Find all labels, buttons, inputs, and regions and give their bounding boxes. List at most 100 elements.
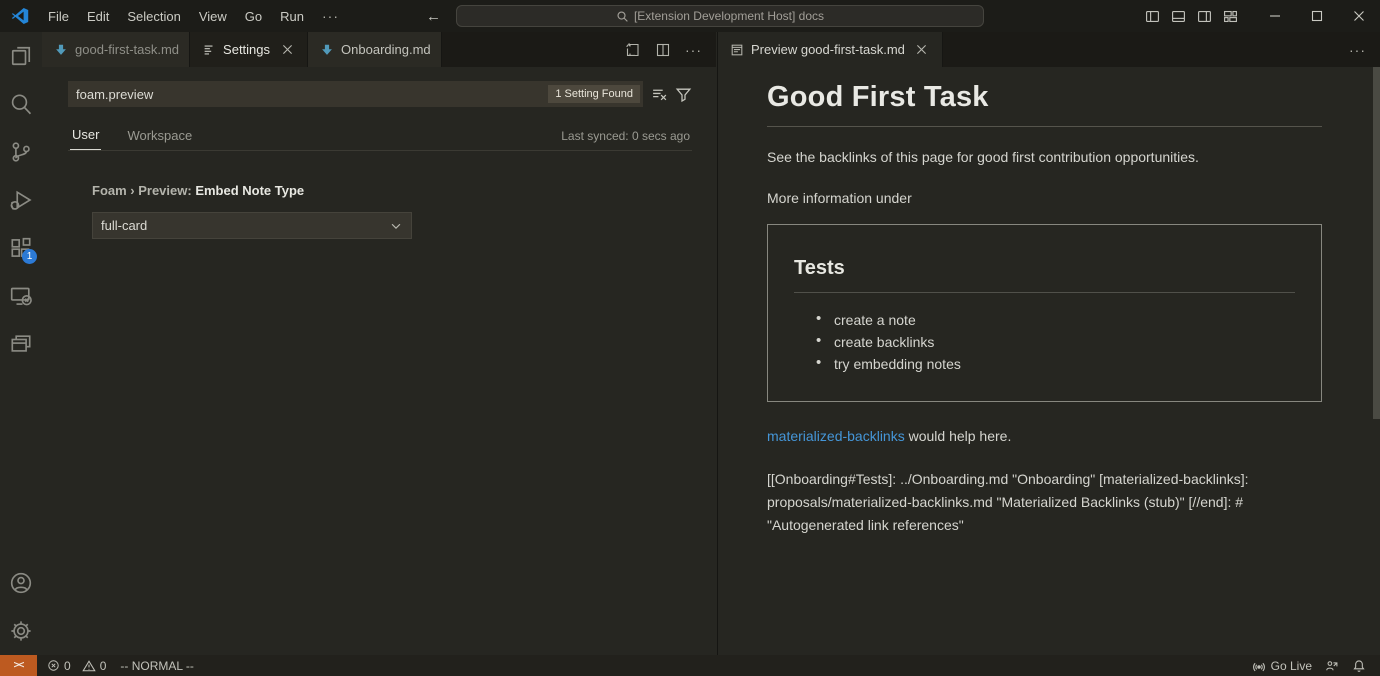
setting-name: Embed Note Type xyxy=(195,183,304,198)
settings-found-badge: 1 Setting Found xyxy=(548,85,640,103)
menu-edit[interactable]: Edit xyxy=(78,5,118,28)
minimize-button[interactable] xyxy=(1254,0,1296,32)
menu-go[interactable]: Go xyxy=(236,5,271,28)
open-settings-json-icon[interactable] xyxy=(625,42,641,58)
editor-group-left: good-first-task.md Settings Onboarding.m… xyxy=(42,32,716,655)
tab-settings[interactable]: Settings xyxy=(190,32,308,67)
command-center-label: [Extension Development Host] docs xyxy=(634,9,824,23)
search-icon xyxy=(616,10,629,23)
back-arrow-icon[interactable]: ← xyxy=(426,8,441,25)
tab-good-first-task[interactable]: good-first-task.md xyxy=(42,32,190,67)
scope-tab-user[interactable]: User xyxy=(70,123,101,150)
preview-link-line: materialized-backlinks would help here. xyxy=(767,428,1322,444)
embed-title: Tests xyxy=(794,257,1295,293)
close-tab-icon[interactable] xyxy=(277,40,297,60)
editor-group-right: Preview good-first-task.md ··· Good Firs… xyxy=(717,32,1380,655)
extensions-badge: 1 xyxy=(22,249,37,264)
markdown-preview-icon xyxy=(730,43,744,57)
list-item: create backlinks xyxy=(816,331,1295,353)
settings-search-input[interactable]: foam.preview 1 Setting Found xyxy=(68,81,643,107)
editor-actions-right: ··· xyxy=(1349,32,1380,67)
close-tab-icon[interactable] xyxy=(912,40,932,60)
editor-layouts-icon[interactable] xyxy=(0,320,42,368)
go-live-label: Go Live xyxy=(1271,659,1312,673)
preview-scrollbar[interactable] xyxy=(1373,67,1380,419)
select-value: full-card xyxy=(101,218,147,233)
remote-icon: >< xyxy=(14,660,24,671)
account-icon[interactable] xyxy=(0,559,42,607)
split-editor-icon[interactable] xyxy=(655,42,671,58)
broadcast-icon xyxy=(1252,659,1266,673)
notifications-bell-icon[interactable] xyxy=(1352,659,1366,673)
filter-settings-icon[interactable] xyxy=(675,86,692,103)
toggle-panel-icon[interactable] xyxy=(1171,9,1186,24)
tab-onboarding[interactable]: Onboarding.md xyxy=(308,32,442,67)
more-actions-icon[interactable]: ··· xyxy=(1349,42,1366,58)
more-actions-icon[interactable]: ··· xyxy=(685,42,702,58)
embed-note-type-select[interactable]: full-card xyxy=(92,212,412,239)
preview-paragraph: See the backlinks of this page for good … xyxy=(767,149,1322,165)
embedded-note-card: Tests create a note create backlinks try… xyxy=(767,224,1322,402)
menu-view[interactable]: View xyxy=(190,5,236,28)
activity-bar: 1 xyxy=(0,32,42,655)
scope-tab-workspace[interactable]: Workspace xyxy=(125,124,194,150)
live-share-icon[interactable] xyxy=(1325,659,1339,673)
titlebar-right xyxy=(1145,0,1380,32)
vscode-window: File Edit Selection View Go Run ··· ← → … xyxy=(0,0,1380,676)
menubar: File Edit Selection View Go Run ··· xyxy=(39,4,348,28)
tab-label: Preview good-first-task.md xyxy=(751,42,905,57)
search-icon[interactable] xyxy=(0,80,42,128)
preview-paragraph: More information under xyxy=(767,190,1322,206)
error-count: 0 xyxy=(64,659,71,673)
menu-overflow[interactable]: ··· xyxy=(313,4,348,28)
menu-selection[interactable]: Selection xyxy=(118,5,189,28)
source-control-icon[interactable] xyxy=(0,128,42,176)
settings-search-value: foam.preview xyxy=(76,87,548,102)
settings-scope-tabs: User Workspace Last synced: 0 secs ago xyxy=(68,123,692,151)
toggle-primary-sidebar-icon[interactable] xyxy=(1145,9,1160,24)
preview-link-references: [[Onboarding#Tests]: ../Onboarding.md "O… xyxy=(767,468,1327,537)
maximize-button[interactable] xyxy=(1296,0,1338,32)
run-debug-icon[interactable] xyxy=(0,176,42,224)
embed-list: create a note create backlinks try embed… xyxy=(816,309,1295,375)
toggle-secondary-sidebar-icon[interactable] xyxy=(1197,9,1212,24)
list-item: try embedding notes xyxy=(816,353,1295,375)
editor-actions-left: ··· xyxy=(625,32,716,67)
settings-editor: foam.preview 1 Setting Found User Worksp… xyxy=(42,67,716,239)
tab-preview-good-first-task[interactable]: Preview good-first-task.md xyxy=(718,32,943,67)
remote-explorer-icon[interactable] xyxy=(0,272,42,320)
go-live-button[interactable]: Go Live xyxy=(1252,659,1312,673)
menu-run[interactable]: Run xyxy=(271,5,313,28)
close-window-button[interactable] xyxy=(1338,0,1380,32)
titlebar: File Edit Selection View Go Run ··· ← → … xyxy=(0,0,1380,32)
explorer-icon[interactable] xyxy=(0,32,42,80)
extensions-icon[interactable]: 1 xyxy=(0,224,42,272)
status-bar: >< 0 0 -- NORMAL -- Go Live xyxy=(0,655,1380,676)
problems-indicator[interactable]: 0 0 xyxy=(47,659,106,673)
setting-category: Foam › Preview: xyxy=(92,183,195,198)
preview-title: Good First Task xyxy=(767,81,1322,127)
settings-editor-icon xyxy=(202,43,216,57)
command-center-search[interactable]: [Extension Development Host] docs xyxy=(456,5,984,27)
tabstrip-right: Preview good-first-task.md ··· xyxy=(718,32,1380,67)
remote-indicator[interactable]: >< xyxy=(0,655,37,676)
menu-file[interactable]: File xyxy=(39,5,78,28)
tab-label: good-first-task.md xyxy=(75,42,179,57)
markdown-preview-pane: Good First Task See the backlinks of thi… xyxy=(718,67,1380,655)
error-icon xyxy=(47,659,60,672)
markdown-file-icon xyxy=(54,43,68,57)
tabstrip-left: good-first-task.md Settings Onboarding.m… xyxy=(42,32,716,67)
settings-gear-icon[interactable] xyxy=(0,607,42,655)
materialized-backlinks-link[interactable]: materialized-backlinks xyxy=(767,428,905,444)
warning-count: 0 xyxy=(100,659,107,673)
vim-mode-indicator[interactable]: -- NORMAL -- xyxy=(120,659,194,673)
warning-icon xyxy=(82,659,96,673)
vscode-logo-icon xyxy=(10,6,30,26)
setting-embed-note-type: Foam › Preview: Embed Note Type full-car… xyxy=(92,183,692,239)
list-item: create a note xyxy=(816,309,1295,331)
last-synced-label: Last synced: 0 secs ago xyxy=(561,129,690,150)
tab-label: Onboarding.md xyxy=(341,42,431,57)
clear-settings-search-icon[interactable] xyxy=(651,86,668,103)
chevron-down-icon xyxy=(389,219,403,233)
customize-layout-icon[interactable] xyxy=(1223,9,1238,24)
